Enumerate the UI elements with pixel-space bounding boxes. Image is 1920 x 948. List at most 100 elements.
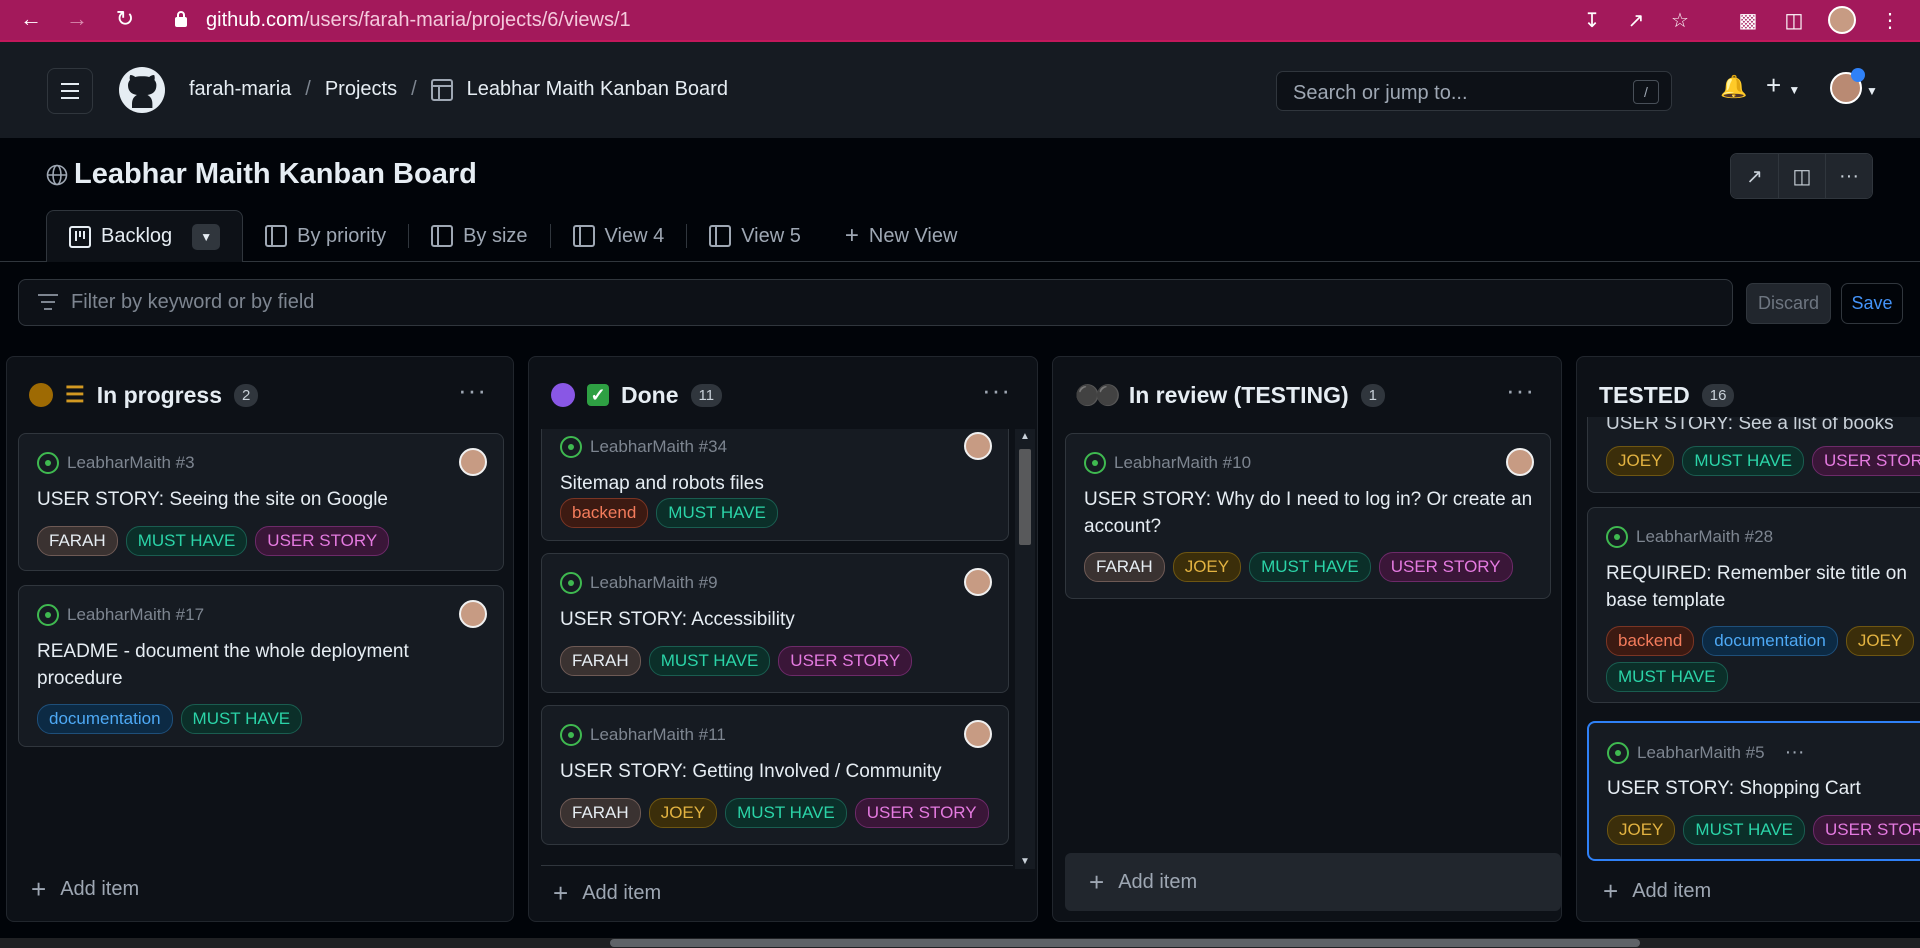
scroll-up-arrow-icon[interactable]: ▲ xyxy=(1020,431,1030,442)
label-must-have[interactable]: MUST HAVE xyxy=(656,498,778,528)
label-user-story[interactable]: USER STORY xyxy=(1812,446,1920,476)
label-user-story[interactable]: USER STORY xyxy=(778,646,913,676)
card[interactable]: LeabharMaith #10 USER STORY: Why do I ne… xyxy=(1065,433,1551,599)
label-backend[interactable]: backend xyxy=(560,498,649,528)
card-ref[interactable]: LeabharMaith #11 xyxy=(590,725,726,745)
more-options-icon[interactable]: ··· xyxy=(1825,154,1872,198)
label-joey[interactable]: JOEY xyxy=(648,798,718,828)
card-title[interactable]: USER STORY: Seeing the site on Google xyxy=(37,486,487,513)
column-scrollbar[interactable]: ▲ ▼ xyxy=(1015,429,1035,869)
horizontal-scrollbar[interactable] xyxy=(0,938,1920,948)
label-user-story[interactable]: USER STORY xyxy=(1813,815,1920,845)
assignee-avatar[interactable] xyxy=(459,448,487,476)
card[interactable]: LeabharMaith #28 REQUIRED: Remember site… xyxy=(1587,507,1920,703)
label-must-have[interactable]: MUST HAVE xyxy=(1683,815,1806,845)
card-ref[interactable]: LeabharMaith #3 xyxy=(67,453,195,473)
install-icon[interactable]: ↧ xyxy=(1576,4,1608,36)
search-input[interactable]: Search or jump to... / xyxy=(1276,71,1672,111)
profile-avatar[interactable] xyxy=(1826,4,1858,36)
card-title[interactable]: USER STORY: Shopping Cart xyxy=(1607,775,1920,802)
insights-chart-icon[interactable]: ↗ xyxy=(1731,154,1778,198)
label-farah[interactable]: FARAH xyxy=(37,526,118,556)
label-joey[interactable]: JOEY xyxy=(1845,626,1915,656)
bell-icon[interactable]: 🔔 xyxy=(1720,74,1747,100)
assignee-avatar[interactable] xyxy=(964,432,992,460)
card[interactable]: LeabharMaith #9 USER STORY: Accessibilit… xyxy=(541,553,1009,693)
card-title[interactable]: REQUIRED: Remember site title on base te… xyxy=(1606,560,1920,614)
filter-input[interactable]: Filter by keyword or by field xyxy=(18,279,1733,326)
tab-backlog[interactable]: Backlog ▼ xyxy=(46,210,244,262)
assignee-avatar[interactable] xyxy=(459,600,487,628)
breadcrumb-projects[interactable]: Projects xyxy=(325,78,397,101)
card-title[interactable]: README - document the whole deployment p… xyxy=(37,638,487,692)
breadcrumb-owner[interactable]: farah-maria xyxy=(189,78,291,101)
assignee-avatar[interactable] xyxy=(964,568,992,596)
label-documentation[interactable]: documentation xyxy=(37,704,173,734)
extensions-icon[interactable]: ▩ xyxy=(1732,4,1764,36)
card-title[interactable]: USER STORY: Getting Involved / Community xyxy=(560,758,992,785)
label-joey[interactable]: JOEY xyxy=(1606,446,1675,476)
card[interactable]: LeabharMaith #5 ··· USER STORY: Shopping … xyxy=(1587,721,1920,861)
add-item-button[interactable]: + Add item xyxy=(541,865,1013,921)
label-user-story[interactable]: USER STORY xyxy=(854,798,989,828)
label-must-have[interactable]: MUST HAVE xyxy=(648,646,771,676)
assignee-avatar[interactable] xyxy=(964,720,992,748)
card[interactable]: LeabharMaith #11 USER STORY: Getting Inv… xyxy=(541,705,1009,845)
label-must-have[interactable]: MUST HAVE xyxy=(125,526,248,556)
card-more-icon[interactable]: ··· xyxy=(1785,741,1805,764)
share-icon[interactable]: ↗ xyxy=(1620,4,1652,36)
save-button[interactable]: Save xyxy=(1841,283,1903,324)
back-icon[interactable]: ← xyxy=(16,4,46,34)
assignee-avatar[interactable] xyxy=(1506,448,1534,476)
github-logo-icon[interactable] xyxy=(118,66,166,114)
browser-menu-icon[interactable]: ⋮ xyxy=(1874,4,1906,36)
label-backend[interactable]: backend xyxy=(1606,626,1695,656)
column-more-icon[interactable]: ··· xyxy=(982,375,1011,406)
tab-by-size[interactable]: By size xyxy=(409,210,549,262)
label-must-have[interactable]: MUST HAVE xyxy=(725,798,847,828)
breadcrumb-project[interactable]: Leabhar Maith Kanban Board xyxy=(467,78,728,101)
label-documentation[interactable]: documentation xyxy=(1702,626,1838,656)
create-new-icon[interactable]: + ▼ xyxy=(1766,70,1800,101)
label-user-story[interactable]: USER STORY xyxy=(255,526,390,556)
reload-icon[interactable]: ↻ xyxy=(110,4,140,34)
view-options-dropdown[interactable]: ▼ xyxy=(192,223,221,250)
add-item-button[interactable]: + Add item xyxy=(1065,853,1561,911)
card-title[interactable]: USER STORY: Why do I need to log in? Or … xyxy=(1084,486,1534,540)
card[interactable]: LeabharMaith #3 USER STORY: Seeing the s… xyxy=(18,433,504,571)
label-joey[interactable]: JOEY xyxy=(1172,552,1242,582)
label-farah[interactable]: FARAH xyxy=(1084,552,1165,582)
label-farah[interactable]: FARAH xyxy=(560,646,641,676)
side-panel-icon[interactable]: ◫ xyxy=(1778,154,1825,198)
scrollbar-thumb[interactable] xyxy=(1019,449,1031,545)
label-farah[interactable]: FARAH xyxy=(560,798,641,828)
card-title[interactable]: Sitemap and robots files xyxy=(560,470,992,497)
column-scroll-area[interactable]: USER STORY: See a list of books JOEY MUS… xyxy=(1577,417,1920,873)
card[interactable]: LeabharMaith #17 README - document the w… xyxy=(18,585,504,747)
label-must-have[interactable]: MUST HAVE xyxy=(180,704,303,734)
label-must-have[interactable]: MUST HAVE xyxy=(1682,446,1805,476)
tab-view-5[interactable]: View 5 xyxy=(687,210,823,262)
card-ref[interactable]: LeabharMaith #5 xyxy=(1637,743,1765,763)
card-title[interactable]: USER STORY: Accessibility xyxy=(560,606,992,633)
sidepanel-icon[interactable]: ◫ xyxy=(1778,4,1810,36)
card[interactable]: LeabharMaith #34 Sitemap and robots file… xyxy=(541,429,1009,541)
bookmark-star-icon[interactable]: ☆ xyxy=(1664,4,1696,36)
column-more-icon[interactable]: ··· xyxy=(458,375,487,406)
tab-view-4[interactable]: View 4 xyxy=(551,210,687,262)
card[interactable]: USER STORY: See a list of books JOEY MUS… xyxy=(1587,417,1920,493)
column-scroll-area[interactable]: LeabharMaith #34 Sitemap and robots file… xyxy=(529,429,1037,869)
card-ref[interactable]: LeabharMaith #10 xyxy=(1114,453,1251,473)
discard-button[interactable]: Discard xyxy=(1746,283,1831,324)
address-bar[interactable]: github.com/users/farah-maria/projects/6/… xyxy=(206,5,631,35)
tab-by-priority[interactable]: By priority xyxy=(243,210,408,262)
add-item-button[interactable]: + Add item xyxy=(7,861,513,917)
label-must-have[interactable]: MUST HAVE xyxy=(1606,662,1728,692)
card-ref[interactable]: LeabharMaith #9 xyxy=(590,573,718,593)
label-must-have[interactable]: MUST HAVE xyxy=(1249,552,1371,582)
label-joey[interactable]: JOEY xyxy=(1607,815,1676,845)
label-user-story[interactable]: USER STORY xyxy=(1378,552,1513,582)
scrollbar-thumb[interactable] xyxy=(610,939,1640,947)
card-title[interactable]: USER STORY: See a list of books xyxy=(1606,417,1920,437)
new-view-button[interactable]: + New View xyxy=(823,210,980,262)
